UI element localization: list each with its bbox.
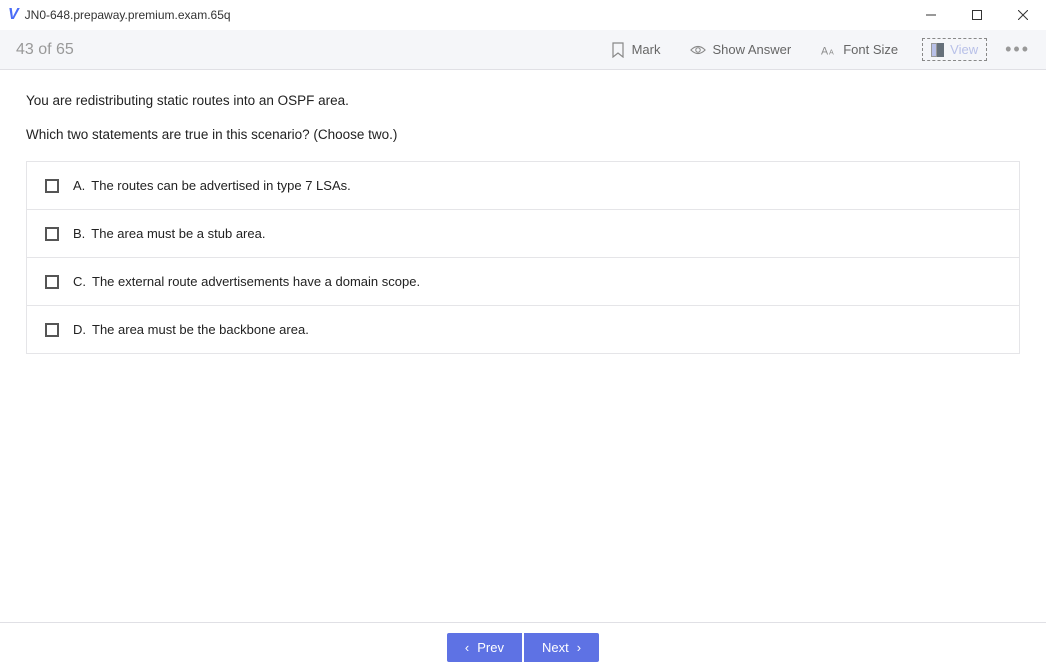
eye-icon: [690, 42, 706, 58]
close-icon: [1018, 10, 1028, 20]
close-button[interactable]: [1000, 0, 1046, 30]
question-text: You are redistributing static routes int…: [26, 90, 1020, 145]
titlebar: V JN0-648.prepaway.premium.exam.65q: [0, 0, 1046, 30]
next-button[interactable]: Next ›: [524, 633, 599, 662]
window-controls: [908, 0, 1046, 30]
minimize-button[interactable]: [908, 0, 954, 30]
show-answer-label: Show Answer: [712, 42, 791, 57]
mark-label: Mark: [632, 42, 661, 57]
view-button[interactable]: View: [922, 38, 987, 61]
checkbox-icon: [45, 275, 59, 289]
answer-letter: D.: [73, 322, 86, 337]
font-size-icon: AA: [821, 42, 837, 58]
font-size-button[interactable]: AA Font Size: [815, 38, 904, 62]
more-icon: •••: [1005, 39, 1030, 59]
maximize-button[interactable]: [954, 0, 1000, 30]
answer-text: D.The area must be the backbone area.: [73, 322, 309, 337]
window-title: JN0-648.prepaway.premium.exam.65q: [25, 8, 231, 22]
checkbox-icon: [45, 179, 59, 193]
maximize-icon: [972, 10, 982, 20]
view-toggle-icon: [931, 43, 944, 57]
svg-text:A: A: [821, 45, 829, 57]
checkbox-icon: [45, 227, 59, 241]
minimize-icon: [926, 10, 936, 20]
question-line-1: You are redistributing static routes int…: [26, 90, 1020, 112]
prev-button[interactable]: ‹ Prev: [447, 633, 522, 662]
question-counter: 43 of 65: [16, 41, 74, 59]
toolbar-right: Mark Show Answer AA Font Size View •••: [604, 38, 1030, 62]
toolbar: 43 of 65 Mark Show Answer AA Font Size V…: [0, 30, 1046, 70]
answer-letter: B.: [73, 226, 85, 241]
app-icon: V: [8, 6, 19, 24]
more-button[interactable]: •••: [1005, 39, 1030, 60]
mark-button[interactable]: Mark: [604, 38, 667, 62]
chevron-left-icon: ‹: [465, 640, 469, 655]
font-size-label: Font Size: [843, 42, 898, 57]
answer-letter: A.: [73, 178, 85, 193]
answers-container: A.The routes can be advertised in type 7…: [26, 161, 1020, 354]
answer-option[interactable]: B.The area must be a stub area.: [27, 210, 1019, 258]
content-area: You are redistributing static routes int…: [0, 70, 1046, 374]
next-label: Next: [542, 640, 569, 655]
titlebar-left: V JN0-648.prepaway.premium.exam.65q: [8, 6, 231, 24]
view-label: View: [950, 42, 978, 57]
checkbox-icon: [45, 323, 59, 337]
answer-option[interactable]: C.The external route advertisements have…: [27, 258, 1019, 306]
answer-option[interactable]: D.The area must be the backbone area.: [27, 306, 1019, 353]
chevron-right-icon: ›: [577, 640, 581, 655]
answer-letter: C.: [73, 274, 86, 289]
footer: ‹ Prev Next ›: [0, 622, 1046, 672]
question-line-2: Which two statements are true in this sc…: [26, 124, 1020, 146]
answer-text: C.The external route advertisements have…: [73, 274, 420, 289]
answer-text: B.The area must be a stub area.: [73, 226, 265, 241]
answer-option[interactable]: A.The routes can be advertised in type 7…: [27, 162, 1019, 210]
svg-text:A: A: [829, 48, 834, 56]
show-answer-button[interactable]: Show Answer: [684, 38, 797, 62]
answer-text: A.The routes can be advertised in type 7…: [73, 178, 351, 193]
prev-label: Prev: [477, 640, 504, 655]
bookmark-icon: [610, 42, 626, 58]
